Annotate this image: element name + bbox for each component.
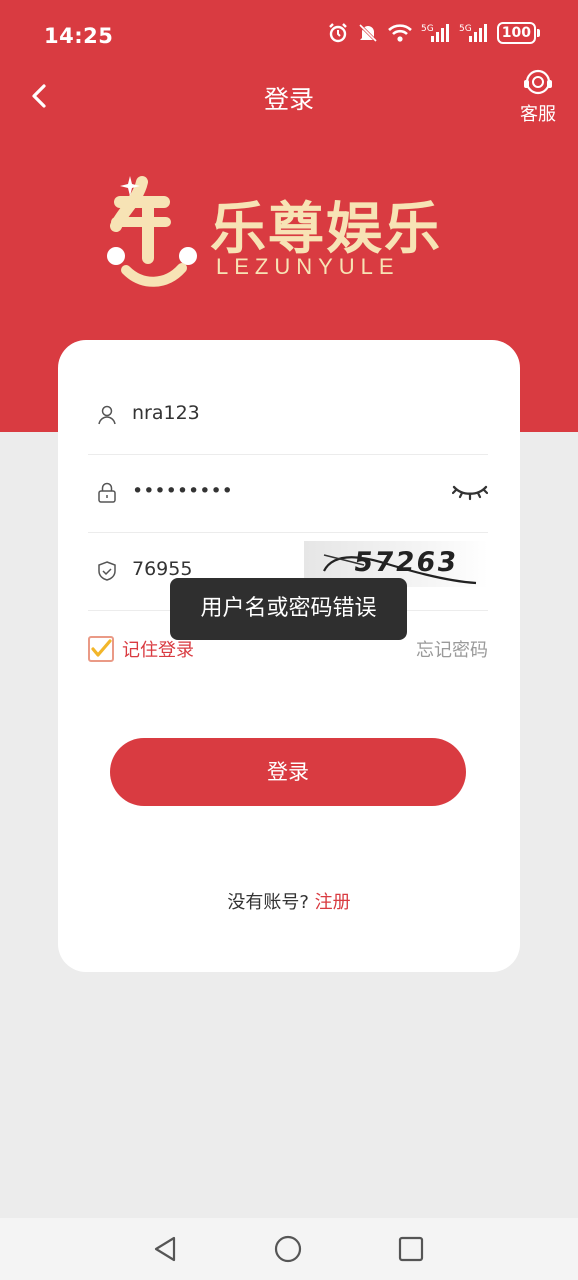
forgot-password-link[interactable]: 忘记密码 (416, 636, 488, 662)
login-button[interactable]: 登录 (110, 738, 466, 806)
login-card: nra123 ••••••••• 76955 57263 记住登录 忘记密码 登… (58, 340, 520, 972)
user-icon (98, 405, 116, 425)
nav-back-icon[interactable] (150, 1234, 180, 1264)
nav-home-icon[interactable] (273, 1234, 303, 1264)
logo-name-cn: 乐尊娱乐 (210, 197, 442, 262)
headset-icon (524, 69, 552, 95)
app-header: 登录 客服 (0, 69, 578, 125)
password-input[interactable]: ••••••••• (132, 480, 233, 502)
logo-mark-icon (107, 176, 197, 287)
customer-service-button[interactable]: 客服 (516, 68, 560, 126)
username-input[interactable]: nra123 (132, 402, 200, 424)
register-prompt: 没有账号? 注册 (58, 888, 520, 914)
status-bar: 14:25 5G 5G 100 (0, 0, 578, 72)
captcha-text: 57263 (351, 547, 461, 578)
signal-icon: 5G (421, 22, 451, 44)
captcha-input[interactable]: 76955 (132, 558, 192, 580)
status-time: 14:25 (44, 24, 114, 48)
svg-text:5G: 5G (421, 24, 434, 34)
remember-checkbox[interactable] (88, 636, 114, 662)
nav-recents-icon[interactable] (396, 1234, 426, 1264)
alarm-icon (327, 22, 349, 44)
brand-logo: 乐尊娱乐 LEZUNYULE (96, 162, 486, 302)
signal-icon: 5G (459, 22, 489, 44)
error-toast: 用户名或密码错误 (170, 578, 407, 640)
svg-text:5G: 5G (459, 24, 472, 34)
mute-icon (357, 22, 379, 44)
logo-name-en: LEZUNYULE (216, 254, 400, 279)
battery-icon: 100 (496, 22, 541, 44)
checkmark-icon (91, 639, 112, 657)
no-account-text: 没有账号? (227, 892, 309, 913)
register-link[interactable]: 注册 (315, 892, 351, 913)
username-field[interactable]: nra123 (88, 376, 488, 455)
password-field[interactable]: ••••••••• (88, 454, 488, 533)
status-icons: 5G 5G 100 (327, 22, 541, 44)
page-title: 登录 (263, 85, 314, 114)
shield-icon (98, 561, 116, 581)
system-nav-bar (0, 1218, 578, 1280)
lock-icon (98, 482, 116, 503)
eye-closed-icon[interactable] (452, 480, 488, 502)
customer-service-label: 客服 (520, 104, 556, 125)
wifi-icon (387, 22, 413, 44)
